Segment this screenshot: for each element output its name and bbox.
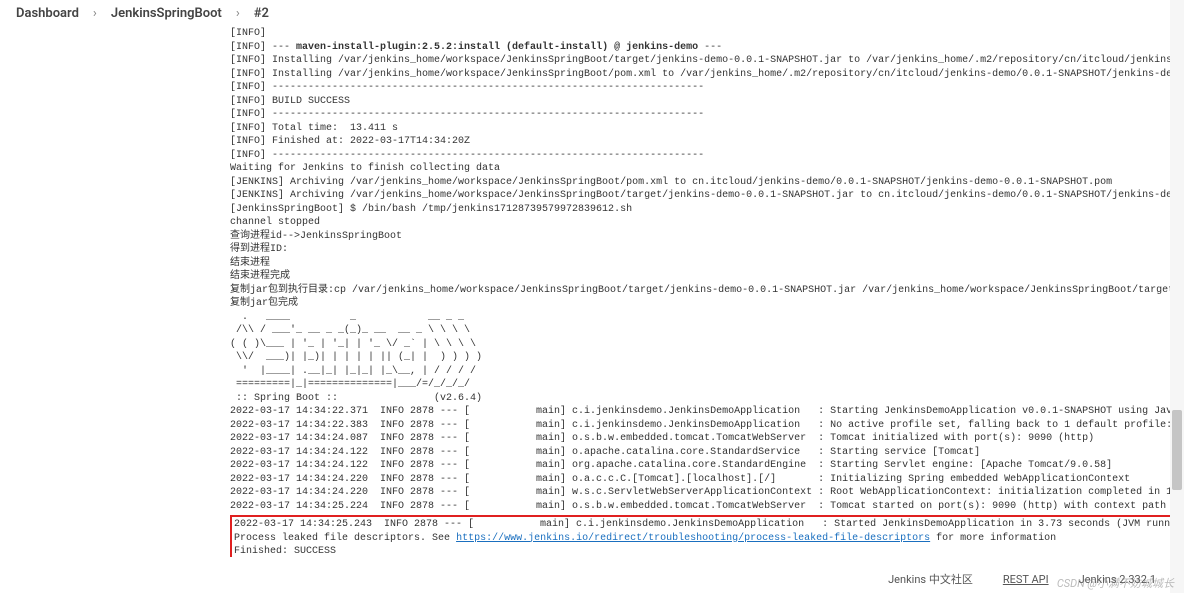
console-line: [INFO] Finished at: 2022-03-17T14:34:20Z bbox=[230, 135, 1176, 149]
console-line: 2022-03-17 14:34:24.122 INFO 2878 --- [ … bbox=[230, 459, 1176, 473]
console-line: 得到进程ID: bbox=[230, 243, 1176, 257]
console-line: :: Spring Boot :: (v2.6.4) bbox=[230, 392, 1176, 406]
console-line: 2022-03-17 14:34:24.220 INFO 2878 --- [ … bbox=[230, 473, 1176, 487]
console-line: 查询进程id-->JenkinsSpringBoot bbox=[230, 230, 1176, 244]
chevron-right-icon: › bbox=[93, 6, 97, 21]
console-line: [INFO] BUILD SUCCESS bbox=[230, 95, 1176, 109]
console-line: 2022-03-17 14:34:22.371 INFO 2878 --- [ … bbox=[230, 405, 1176, 419]
console-line: 2022-03-17 14:34:22.383 INFO 2878 --- [ … bbox=[230, 419, 1176, 433]
console-line: . ____ _ __ _ _ bbox=[230, 311, 1176, 325]
footer-version: Jenkins 2.332.1 bbox=[1079, 573, 1156, 586]
console-line: [INFO] ---------------------------------… bbox=[230, 108, 1176, 122]
console-line: Waiting for Jenkins to finish collecting… bbox=[230, 162, 1176, 176]
console-line: [JenkinsSpringBoot] $ /bin/bash /tmp/jen… bbox=[230, 203, 1176, 217]
console-line: 结束进程完成 bbox=[230, 270, 1176, 284]
vertical-scrollbar[interactable] bbox=[1170, 0, 1184, 593]
console-line: 2022-03-17 14:34:24.122 INFO 2878 --- [ … bbox=[230, 446, 1176, 460]
console-line: 2022-03-17 14:34:25.243 INFO 2878 --- [ … bbox=[234, 518, 1184, 532]
console-line: =========|_|==============|___/=/_/_/_/ bbox=[230, 378, 1176, 392]
console-line: channel stopped bbox=[230, 216, 1176, 230]
scrollbar-thumb[interactable] bbox=[1172, 410, 1182, 490]
console-line: 复制jar包完成 bbox=[230, 297, 1176, 311]
chevron-right-icon: › bbox=[236, 6, 240, 21]
console-line: 2022-03-17 14:34:25.224 INFO 2878 --- [ … bbox=[230, 500, 1176, 514]
console-line: 结束进程 bbox=[230, 257, 1176, 271]
leaked-fd-link[interactable]: https://www.jenkins.io/redirect/troubles… bbox=[456, 533, 930, 544]
console-output-region: [INFO][INFO] --- maven-install-plugin:2.… bbox=[0, 27, 1184, 557]
console-line: Process leaked file descriptors. See htt… bbox=[234, 532, 1184, 546]
breadcrumb: Dashboard › JenkinsSpringBoot › #2 bbox=[0, 0, 1184, 27]
breadcrumb-dashboard[interactable]: Dashboard bbox=[16, 6, 79, 21]
breadcrumb-build[interactable]: #2 bbox=[254, 6, 269, 21]
console-line: 复制jar包到执行目录:cp /var/jenkins_home/workspa… bbox=[230, 284, 1176, 298]
console-line: [INFO] Installing /var/jenkins_home/work… bbox=[230, 54, 1176, 68]
page-footer: Jenkins 中文社区 REST API Jenkins 2.332.1 bbox=[888, 571, 1156, 587]
console-output: [INFO][INFO] --- maven-install-plugin:2.… bbox=[230, 27, 1176, 557]
console-line: \\/ ___)| |_)| | | | | || (_| | ) ) ) ) bbox=[230, 351, 1176, 365]
console-line: [INFO] ---------------------------------… bbox=[230, 149, 1176, 163]
console-line: [INFO] Total time: 13.411 s bbox=[230, 122, 1176, 136]
console-line: [INFO] bbox=[230, 27, 1176, 41]
console-line: [INFO] --- maven-install-plugin:2.5.2:in… bbox=[230, 41, 1176, 55]
console-line: ' |____| .__|_| |_|_| |_\__, | / / / / bbox=[230, 365, 1176, 379]
console-line: [JENKINS] Archiving /var/jenkins_home/wo… bbox=[230, 189, 1176, 203]
footer-rest-api-link[interactable]: REST API bbox=[1003, 573, 1049, 586]
console-line: /\\ / ___'_ __ _ _(_)_ __ __ _ \ \ \ \ bbox=[230, 324, 1176, 338]
breadcrumb-job[interactable]: JenkinsSpringBoot bbox=[111, 6, 222, 21]
console-line: 2022-03-17 14:34:24.220 INFO 2878 --- [ … bbox=[230, 486, 1176, 500]
console-line: [JENKINS] Archiving /var/jenkins_home/wo… bbox=[230, 176, 1176, 190]
console-line: [INFO] ---------------------------------… bbox=[230, 81, 1176, 95]
console-line: ( ( )\___ | '_ | '_| | '_ \/ _` | \ \ \ … bbox=[230, 338, 1176, 352]
highlighted-result-box: 2022-03-17 14:34:25.243 INFO 2878 --- [ … bbox=[230, 515, 1184, 557]
console-line: Finished: SUCCESS bbox=[234, 545, 1184, 557]
footer-community-link[interactable]: Jenkins 中文社区 bbox=[888, 571, 973, 587]
console-line: 2022-03-17 14:34:24.087 INFO 2878 --- [ … bbox=[230, 432, 1176, 446]
console-line: [INFO] Installing /var/jenkins_home/work… bbox=[230, 68, 1176, 82]
